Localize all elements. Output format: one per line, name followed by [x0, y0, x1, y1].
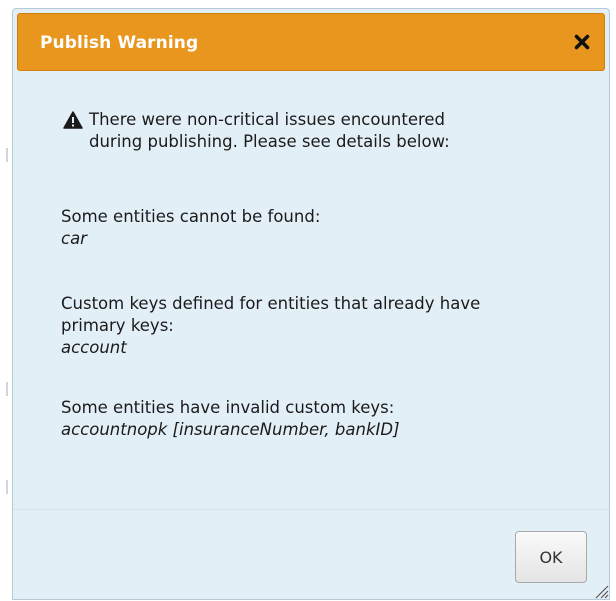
- warning-icon: [63, 111, 83, 129]
- dialog-titlebar[interactable]: Publish Warning: [17, 13, 605, 71]
- section-label: primary keys:: [61, 316, 174, 335]
- publish-warning-dialog: Publish Warning There were non-critical …: [12, 8, 610, 600]
- close-button[interactable]: [568, 28, 596, 56]
- warning-text: There were non-critical issues encounter…: [89, 109, 549, 153]
- footer-divider: [13, 509, 609, 510]
- custom-keys-section: Custom keys defined for entities that al…: [61, 293, 581, 359]
- background-edge-mark: [6, 382, 8, 396]
- dialog-content: There were non-critical issues encounter…: [13, 71, 609, 509]
- close-icon: [574, 34, 590, 50]
- background-edge-mark: [6, 148, 8, 162]
- section-label: Custom keys defined for entities that al…: [61, 294, 481, 313]
- warning-text-line: There were non-critical issues encounter…: [89, 110, 446, 129]
- missing-entities-section: Some entities cannot be found: car: [61, 206, 581, 250]
- background-edge-mark: [6, 480, 8, 494]
- ok-button[interactable]: OK: [515, 531, 587, 583]
- section-label: Some entities have invalid custom keys:: [61, 398, 395, 417]
- invalid-keys-section: Some entities have invalid custom keys: …: [61, 397, 581, 441]
- section-label: Some entities cannot be found:: [61, 207, 321, 226]
- section-value: car: [61, 229, 87, 248]
- section-value: accountnopk [insuranceNumber, bankID]: [61, 420, 400, 439]
- warning-text-line: during publishing. Please see details be…: [89, 132, 450, 151]
- resize-grip-icon[interactable]: [591, 581, 609, 599]
- dialog-title: Publish Warning: [40, 33, 199, 53]
- section-value: account: [61, 338, 127, 357]
